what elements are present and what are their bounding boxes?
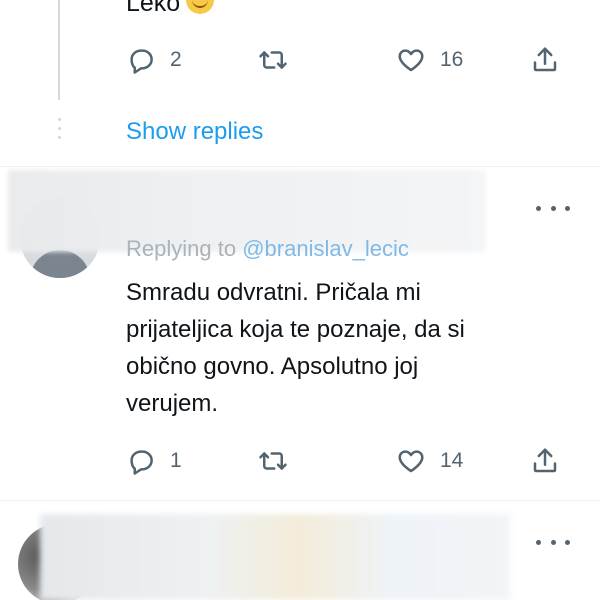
retweet-button[interactable] (258, 42, 288, 78)
like-button[interactable]: 14 (396, 443, 463, 479)
divider (0, 500, 600, 501)
replying-to: Replying to @branislav_lecic (126, 236, 409, 262)
thread-more-dots (55, 118, 63, 150)
like-count: 14 (440, 449, 464, 472)
share-icon (533, 47, 557, 72)
tweet-actions: 1 14 (126, 443, 566, 479)
reply-count: 1 (170, 449, 182, 472)
retweet-button[interactable] (258, 443, 288, 479)
more-options-button[interactable] (536, 534, 570, 550)
tweet-text: Smradu odvratni. Pričala mi prijateljica… (126, 274, 546, 422)
replying-to-prefix: Replying to (126, 236, 237, 261)
heart-icon (398, 450, 424, 473)
more-options-button[interactable] (536, 200, 570, 216)
tweet-actions: 2 16 (126, 42, 566, 78)
retweet-icon (259, 51, 287, 69)
reply-button[interactable]: 2 (126, 42, 182, 78)
share-icon (533, 448, 557, 473)
reply-button[interactable]: 1 (126, 443, 182, 479)
blurred-tweet-header (40, 514, 510, 600)
heart-icon (398, 49, 424, 72)
reply-count: 2 (170, 48, 182, 71)
like-count: 16 (440, 48, 464, 71)
tweet-text-line: verujem. (126, 390, 219, 417)
divider (0, 166, 600, 167)
smiling-face-icon (186, 0, 215, 15)
reply-icon (130, 49, 153, 74)
reply-icon (130, 450, 153, 475)
show-replies-link[interactable]: Show replies (126, 118, 263, 146)
previous-tweet: Leko 2 16 Show replies (0, 0, 600, 166)
thread-line (58, 0, 60, 100)
tweet-text-line: obično govno. Apsolutno joj (126, 353, 419, 380)
like-button[interactable]: 16 (396, 42, 463, 78)
share-button[interactable] (530, 42, 560, 78)
replying-to-handle[interactable]: @branislav_lecic (242, 236, 409, 261)
tweet-text: Leko (126, 0, 215, 18)
share-button[interactable] (530, 443, 560, 479)
retweet-icon (259, 452, 287, 470)
tweet-text-visible: Leko (126, 0, 181, 17)
tweet-text-line: Smradu odvratni. Pričala mi (126, 279, 421, 306)
tweet-text-line: prijateljica koja te poznaje, da si (126, 316, 465, 343)
